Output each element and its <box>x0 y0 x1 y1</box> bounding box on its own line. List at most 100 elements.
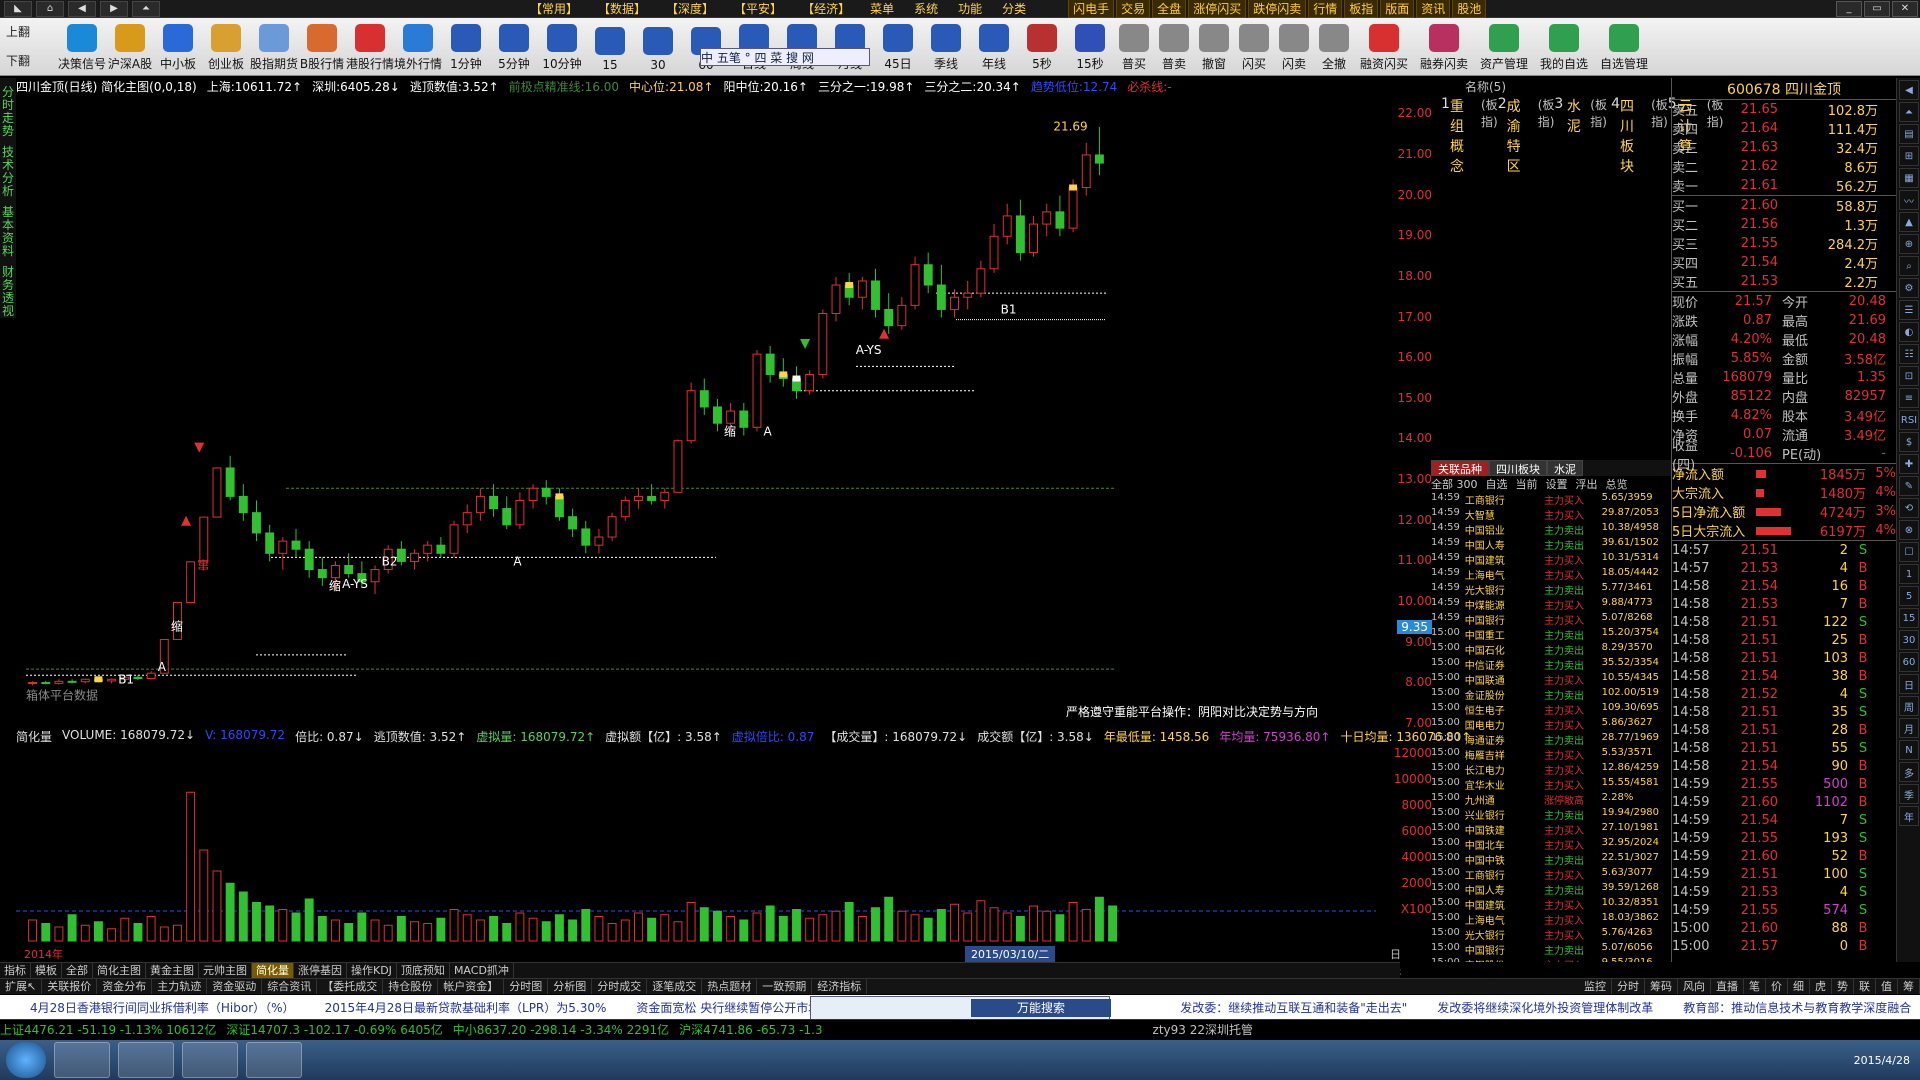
related-subtab-4[interactable]: 浮出 <box>1576 476 1598 492</box>
related-subtab-0[interactable]: 全部 300 <box>1431 476 1478 492</box>
right-tool-icon[interactable]: 30 <box>1899 630 1919 650</box>
right-tool-icon[interactable]: ▦ <box>1899 168 1919 188</box>
right-tab-0[interactable]: 监控 <box>1579 979 1612 994</box>
trade-row[interactable]: 14:59 中国铝业 主力卖出 10.38/4958 <box>1431 522 1671 537</box>
news-item[interactable]: 教育部：推动信息技术与教育教学深度融合 <box>1683 999 1911 1016</box>
index-item[interactable]: 沪深4741.86 -65.73 -1.3 <box>679 1021 822 1038</box>
right-tool-icon[interactable]: 15 <box>1899 608 1919 628</box>
page-up-button[interactable]: 上翻 <box>6 23 58 40</box>
toolbar-button-4[interactable]: 股指期货 <box>250 19 298 75</box>
trade-row[interactable]: 15:00 中国铁建 主力买入 27.10/1981 <box>1431 822 1671 837</box>
trade-row[interactable]: 15:00 中国银行 主力卖出 5.07/6056 <box>1431 942 1671 957</box>
indicator-tab-5[interactable]: 元帅主图 <box>199 963 252 978</box>
hl-banmian[interactable]: 版面 <box>1380 0 1415 18</box>
trade-row[interactable]: 15:00 中国联通 主力买入 10.55/4345 <box>1431 672 1671 687</box>
ie-taskbar-icon[interactable] <box>54 1042 110 1078</box>
volume-chart[interactable] <box>16 746 1380 946</box>
toolbar-button-16[interactable]: 月线 <box>826 19 874 75</box>
right-tool-icon[interactable]: 1 <box>1899 564 1919 584</box>
news-item[interactable]: 发改委将继续深化境外投资管理体制改革 <box>1437 999 1653 1016</box>
tab-fenshi[interactable]: 分时走势 <box>0 86 16 138</box>
toolbar-button-9[interactable]: 5分钟 <box>490 19 538 75</box>
indicator-tab-7[interactable]: 涨停基因 <box>294 963 347 978</box>
ext-tab-13[interactable]: 热点题材 <box>702 979 758 994</box>
restore-icon[interactable]: ▭ <box>1864 0 1890 17</box>
trade-row[interactable]: 15:00 上海电气 主力买入 18.03/3862 <box>1431 912 1671 927</box>
indicator-tab-6[interactable]: 简化量 <box>252 963 294 978</box>
menu-pingan[interactable]: 【平安】 <box>724 0 792 17</box>
trade-row[interactable]: 14:59 上海电气 主力买入 18.05/4442 <box>1431 567 1671 582</box>
related-tab-0[interactable]: 关联品种 <box>1431 460 1489 476</box>
ext-tab-0[interactable]: 扩展↖ <box>0 979 43 994</box>
right-tool-icon[interactable]: 〰 <box>1899 190 1919 210</box>
right-tool-icon[interactable]: ⊗ <box>1899 520 1919 540</box>
toolbar-button-31[interactable]: 我的自选 <box>1534 19 1594 75</box>
trade-row[interactable]: 15:00 中国北车 主力买入 32.95/2024 <box>1431 837 1671 852</box>
toolbar-button-13[interactable]: 60 <box>682 19 730 75</box>
right-tool-icon[interactable]: ☰ <box>1899 300 1919 320</box>
toolbar-button-12[interactable]: 30 <box>634 19 682 75</box>
right-tool-icon[interactable]: ⊞ <box>1899 146 1919 166</box>
toolbar-button-5[interactable]: B股行情 <box>298 19 346 75</box>
forward-icon[interactable]: ▶ <box>100 0 128 17</box>
trade-row[interactable]: 15:00 长江电力 主力买入 12.86/4259 <box>1431 762 1671 777</box>
trade-row[interactable]: 15:00 海通证券 主力卖出 28.77/1969 <box>1431 732 1671 747</box>
menu-shendu[interactable]: 【深度】 <box>656 0 724 17</box>
trade-row[interactable]: 15:00 中信证券 主力卖出 35.52/3354 <box>1431 657 1671 672</box>
hl-shandianshou[interactable]: 闪电手 <box>1068 0 1115 18</box>
up-icon[interactable]: ⏶ <box>132 0 160 17</box>
ext-tab-7[interactable]: 持仓股份 <box>383 979 439 994</box>
toolbar-button-20[interactable]: 5秒 <box>1018 19 1066 75</box>
hl-guchi[interactable]: 股池 <box>1452 0 1487 18</box>
right-tab-1[interactable]: 分时 <box>1612 979 1645 994</box>
right-tool-icon[interactable]: ◀ <box>1899 80 1919 100</box>
right-tab-8[interactable]: 虎 <box>1810 979 1832 994</box>
right-tool-icon[interactable]: ✚ <box>1899 454 1919 474</box>
hl-banzhi[interactable]: 板指 <box>1344 0 1379 18</box>
ext-tab-14[interactable]: 一致预期 <box>757 979 813 994</box>
right-tool-icon[interactable]: N <box>1899 740 1919 760</box>
ext-tab-4[interactable]: 资金驱动 <box>207 979 263 994</box>
tab-jishu[interactable]: 技术分析 <box>0 146 16 198</box>
toolbar-button-11[interactable]: 15 <box>586 19 634 75</box>
ext-tab-11[interactable]: 分时成交 <box>592 979 648 994</box>
trade-row[interactable]: 15:00 国电电力 主力买入 5.86/3627 <box>1431 717 1671 732</box>
index-item[interactable]: 深证14707.3 -102.17 -0.69% 6405亿 <box>226 1021 442 1038</box>
toolbar-button-7[interactable]: 境外行情 <box>394 19 442 75</box>
toolbar-button-29[interactable]: 融券闪卖 <box>1414 19 1474 75</box>
right-tool-icon[interactable]: ⚙ <box>1899 278 1919 298</box>
back-icon[interactable]: ◀ <box>68 0 96 17</box>
sector-item[interactable]: 2 成渝特区 (板指) <box>1498 96 1555 175</box>
indicator-tab-0[interactable]: 指标 <box>0 963 31 978</box>
right-tool-icon[interactable]: 多 <box>1899 762 1919 782</box>
right-tab-11[interactable]: 值 <box>1876 979 1898 994</box>
news-item[interactable]: 发改委：继续推动互联互通和装备"走出去" <box>1180 999 1407 1016</box>
indicator-tab-9[interactable]: 顶底预知 <box>397 963 450 978</box>
toolbar-button-17[interactable]: 45日 <box>874 19 922 75</box>
right-tool-icon[interactable]: RSI <box>1899 410 1919 430</box>
toolbar-button-2[interactable]: 中小板 <box>154 19 202 75</box>
ext-tab-3[interactable]: 主力轨迹 <box>152 979 208 994</box>
trade-row[interactable]: 14:59 中国建筑 主力买入 10.31/5314 <box>1431 552 1671 567</box>
sector-item[interactable]: 4 四川板块 (板指) <box>1611 96 1668 175</box>
right-tab-3[interactable]: 风向 <box>1678 979 1711 994</box>
toolbar-button-15[interactable]: 周线 <box>778 19 826 75</box>
sector-item[interactable]: 3 水泥 (板指) <box>1554 96 1611 135</box>
trade-row[interactable]: 15:00 兴业银行 主力卖出 19.94/2980 <box>1431 807 1671 822</box>
toolbar-button-26[interactable]: 闪卖 <box>1274 19 1314 75</box>
explorer-taskbar-icon[interactable] <box>118 1042 174 1078</box>
menu-shuju[interactable]: 【数据】 <box>588 0 656 17</box>
toolbar-button-10[interactable]: 10分钟 <box>538 19 586 75</box>
right-tool-icon[interactable]: ▲ <box>1899 212 1919 232</box>
trade-row[interactable]: 14:59 中煤能源 主力买入 9.88/4773 <box>1431 597 1671 612</box>
news-item[interactable]: 4月28日香港银行间同业拆借利率（Hibor）（%） <box>30 999 295 1016</box>
indicator-tab-3[interactable]: 简化主图 <box>93 963 146 978</box>
trade-row[interactable]: 14:59 光大银行 主力卖出 5.77/3461 <box>1431 582 1671 597</box>
ime-bar[interactable]: 中 五笔 ° 四 菜 搜 网 <box>700 48 870 66</box>
toolbar-button-27[interactable]: 全撤 <box>1314 19 1354 75</box>
right-tool-icon[interactable]: 5 <box>1899 586 1919 606</box>
toolbar-button-25[interactable]: 闪买 <box>1234 19 1274 75</box>
trade-row[interactable]: 15:00 中国重工 主力卖出 15.20/3754 <box>1431 627 1671 642</box>
right-tool-icon[interactable]: ≡ <box>1899 388 1919 408</box>
right-tool-icon[interactable]: 季 <box>1899 784 1919 804</box>
